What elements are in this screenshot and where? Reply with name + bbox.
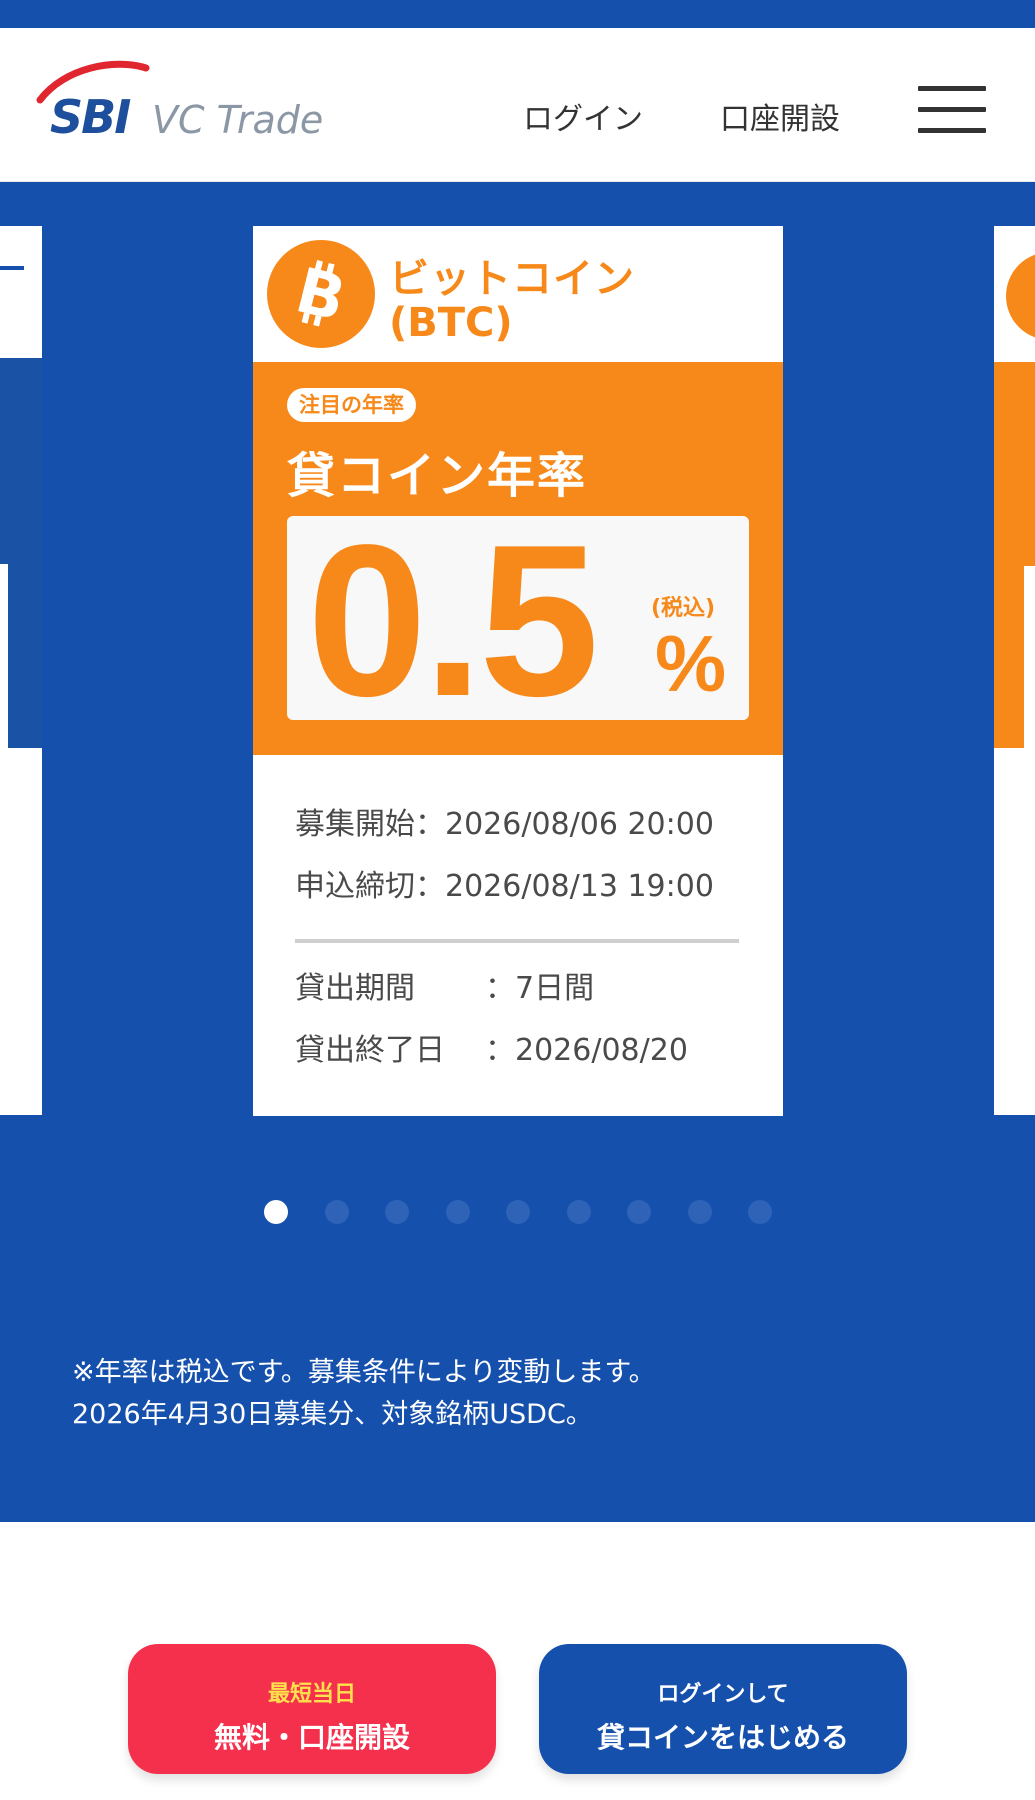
rate-footnote-line2: 2026年4月30日募集分、対象銘柄USDC。 bbox=[72, 1399, 593, 1430]
carousel-dot[interactable] bbox=[445, 1200, 470, 1224]
hamburger-menu-icon[interactable] bbox=[918, 86, 988, 134]
carousel-dot[interactable] bbox=[627, 1200, 651, 1224]
recruit-start-label: 募集開始： bbox=[295, 807, 445, 842]
site-header: SBI VC Trade ログイン 口座開設 bbox=[0, 28, 1035, 182]
carousel-card-btc[interactable]: B ビットコイン (BTC) 注目の年率 貸コイン年率 0.5 (税込) % 募… bbox=[253, 226, 783, 1116]
lending-period-label: 貸出期間 bbox=[295, 971, 415, 1006]
logo-vc-trade-text: VC Trade bbox=[152, 98, 324, 142]
login-start-lending-button[interactable]: ログインして 貸コインをはじめる bbox=[539, 1644, 907, 1774]
rate-footnote-line1: ※年率は税込です。募集条件により変動します。 bbox=[72, 1357, 656, 1388]
carousel-dot[interactable] bbox=[264, 1200, 288, 1224]
open-account-small-label: 最短当日 bbox=[267, 1682, 356, 1707]
login-start-small-label: ログインして bbox=[657, 1682, 789, 1707]
carousel-dot[interactable] bbox=[506, 1200, 530, 1224]
lending-period-value: ：7日間 bbox=[485, 971, 595, 1006]
carousel-dot[interactable] bbox=[748, 1200, 772, 1224]
featured-rate-badge: 注目の年率 bbox=[287, 388, 416, 422]
coin-name: ビットコイン bbox=[389, 256, 635, 302]
carousel-dot[interactable] bbox=[324, 1200, 349, 1224]
deadline-value: 2026/08/13 19:00 bbox=[445, 869, 714, 904]
carousel-card-previous[interactable] bbox=[0, 226, 42, 1115]
rate-tax-note: (税込) bbox=[651, 596, 716, 621]
lending-period-row: 貸出期間 ：7日間 bbox=[295, 963, 594, 1007]
lending-end-row: 貸出終了日 ：2026/08/20 bbox=[295, 1025, 688, 1069]
page: SBI VC Trade ログイン 口座開設 B ビットコイン (BTC) 注目… bbox=[0, 0, 1035, 1800]
deadline-label: 申込締切： bbox=[295, 869, 445, 904]
card-header: B ビットコイン (BTC) bbox=[253, 226, 783, 362]
rate-percent-sign: % bbox=[655, 619, 727, 708]
rate-panel: 注目の年率 貸コイン年率 0.5 (税込) % bbox=[253, 362, 783, 755]
header-login-link[interactable]: ログイン bbox=[523, 94, 643, 138]
card-details: 募集開始：2026/08/06 20:00 申込締切：2026/08/13 19… bbox=[253, 755, 783, 1116]
recruit-start-value: 2026/08/06 20:00 bbox=[445, 807, 714, 842]
header-open-account-link[interactable]: 口座開設 bbox=[720, 94, 840, 138]
carousel-card-next[interactable] bbox=[994, 226, 1035, 1115]
coin-ticker: (BTC) bbox=[389, 300, 513, 346]
bitcoin-icon: B bbox=[267, 240, 375, 348]
open-account-main-label: 無料・口座開設 bbox=[213, 1721, 410, 1754]
deadline-row: 申込締切：2026/08/13 19:00 bbox=[295, 861, 714, 905]
login-start-main-label: 貸コインをはじめる bbox=[596, 1721, 849, 1754]
logo-sbi-text: SBI bbox=[50, 90, 131, 144]
hero-carousel-section: B ビットコイン (BTC) 注目の年率 貸コイン年率 0.5 (税込) % 募… bbox=[0, 182, 1035, 1522]
rate-value: 0.5 bbox=[307, 499, 599, 741]
carousel-dot[interactable] bbox=[566, 1200, 591, 1224]
lending-end-label: 貸出終了日 bbox=[295, 1033, 445, 1068]
carousel-dot[interactable] bbox=[385, 1200, 409, 1224]
rate-footnote: ※年率は税込です。募集条件により変動します。 2026年4月30日募集分、対象銘… bbox=[72, 1352, 972, 1436]
lending-end-value: ：2026/08/20 bbox=[485, 1033, 688, 1068]
top-strip bbox=[0, 0, 1035, 28]
sbi-vc-trade-logo[interactable]: SBI VC Trade bbox=[34, 60, 334, 160]
rate-title: 貸コイン年率 bbox=[287, 448, 588, 504]
details-divider bbox=[295, 939, 739, 943]
recruit-start-row: 募集開始：2026/08/06 20:00 bbox=[295, 799, 714, 843]
carousel-dot[interactable] bbox=[687, 1200, 712, 1224]
rate-box: 0.5 (税込) % bbox=[287, 499, 749, 741]
open-account-button[interactable]: 最短当日 無料・口座開設 bbox=[128, 1644, 496, 1774]
